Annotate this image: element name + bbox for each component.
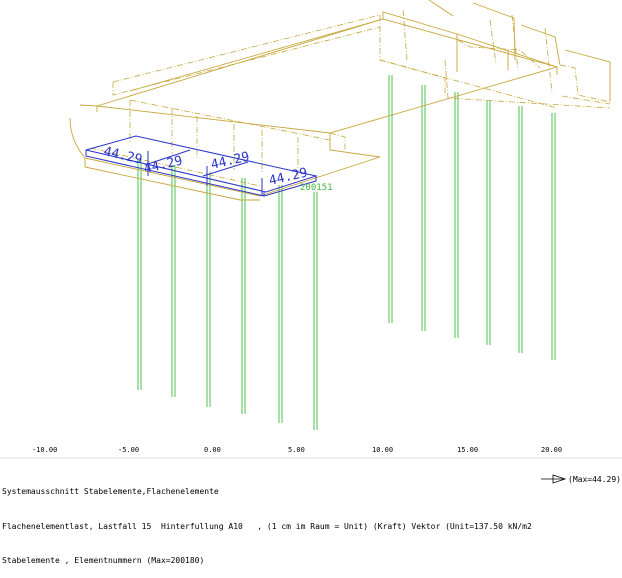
scale-tick-label: -10.00 bbox=[32, 446, 57, 454]
piles-left bbox=[137, 160, 318, 430]
scale-tick-label: 10.00 bbox=[372, 446, 393, 454]
scale-tick-label: 5.00 bbox=[288, 446, 305, 454]
scale-bar: -10.00 -5.00 0.00 5.00 10.00 15.00 20.00 bbox=[32, 446, 562, 454]
scale-tick-label: 0.00 bbox=[204, 446, 221, 454]
legend-text: Systemausschnitt Stabelemente,Flachenele… bbox=[2, 463, 622, 578]
legend-line-load: Flachenelementlast, Lastfall 15 Hinterfu… bbox=[2, 521, 532, 531]
piles-right bbox=[388, 75, 556, 360]
scale-tick-label: 20.00 bbox=[541, 446, 562, 454]
legend-line-elements: Stabelemente , Elementnummern (Max=20018… bbox=[2, 556, 205, 565]
structure-view: 44.29 44.29 44.29 44.29 200151 -10.00 -5… bbox=[0, 0, 622, 484]
scale-tick-label: 15.00 bbox=[457, 446, 478, 454]
legend-line-system: Systemausschnitt Stabelemente,Flachenele… bbox=[2, 487, 219, 496]
scale-tick-label: -5.00 bbox=[118, 446, 139, 454]
load-value-label: 44.29 bbox=[210, 149, 252, 172]
element-number-label: 200151 bbox=[300, 183, 333, 193]
